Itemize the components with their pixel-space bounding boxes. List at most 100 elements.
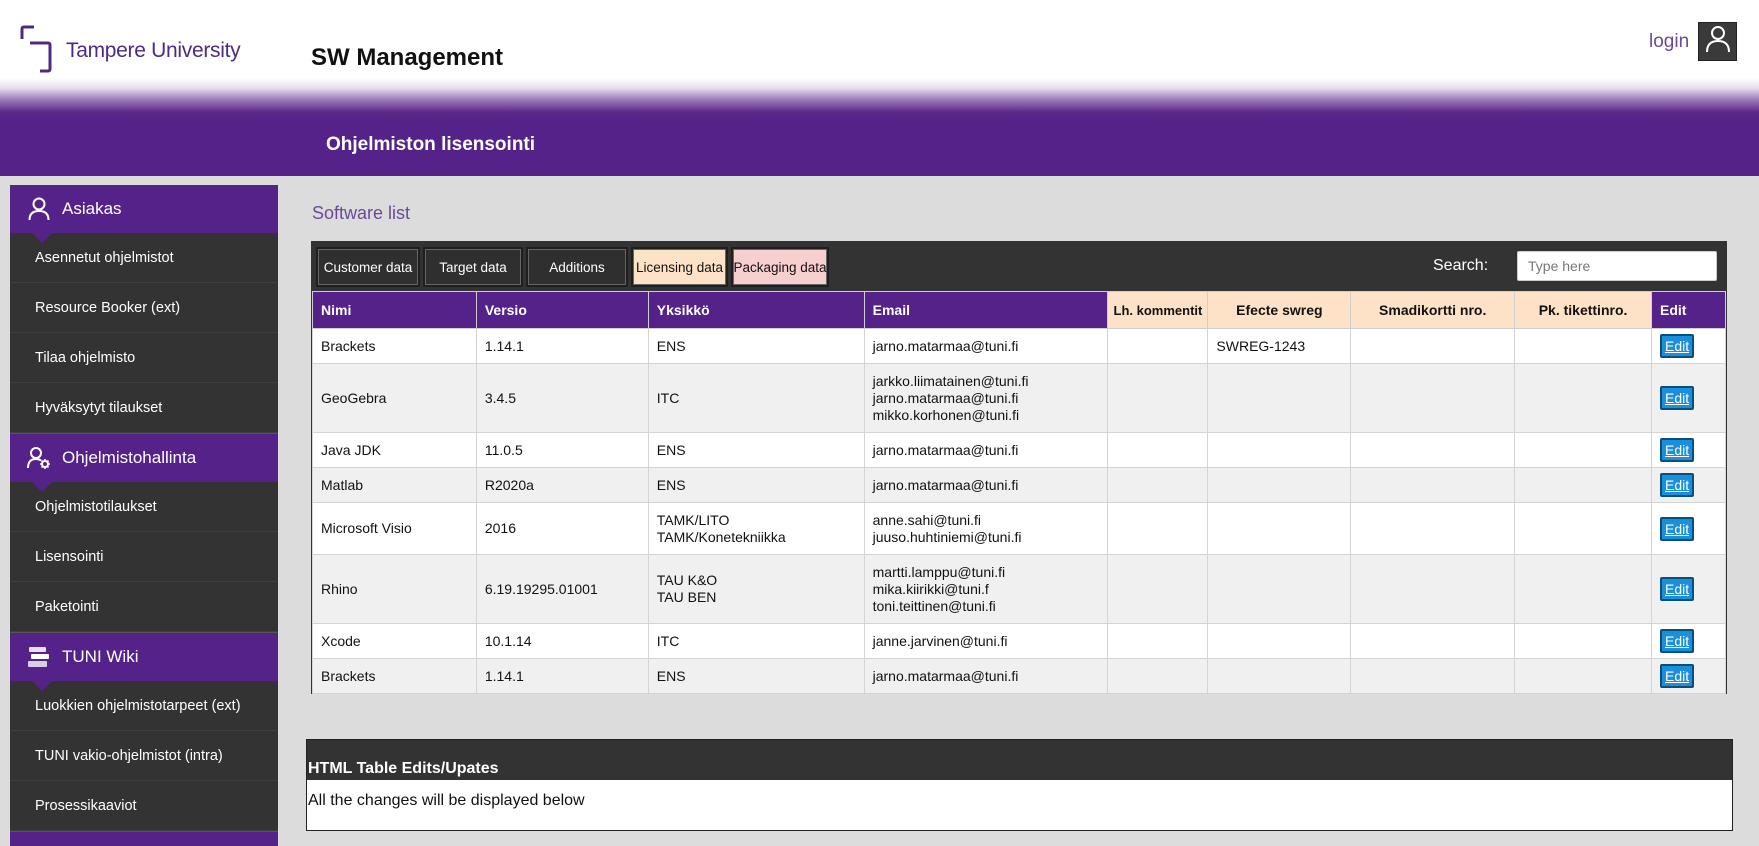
cell-lh-kommentit — [1107, 623, 1209, 659]
cell-name: Brackets — [312, 658, 477, 694]
cell-version: 2016 — [475, 502, 649, 555]
cell-pk-tikettinro — [1514, 658, 1652, 694]
cell-lh-kommentit — [1107, 363, 1209, 433]
tab-licensing-data[interactable]: Licensing data — [631, 247, 728, 287]
software-table: Nimi Versio Yksikkö Email Lh. kommentit … — [312, 291, 1727, 694]
login-link[interactable]: login — [1649, 31, 1689, 53]
cell-efecte-swreg — [1207, 502, 1352, 555]
cell-edit: Edit — [1650, 554, 1727, 624]
cell-pk-tikettinro — [1514, 554, 1652, 624]
cell-edit: Edit — [1650, 623, 1727, 659]
cell-name: Rhino — [312, 554, 477, 624]
cell-lh-kommentit — [1107, 328, 1209, 364]
cell-email: jarno.matarmaa@tuni.fi — [863, 658, 1109, 694]
table-row[interactable]: Matlab R2020a ENS jarno.matarmaa@tuni.fi Edi… — [312, 467, 1727, 503]
cell-edit: Edit — [1650, 658, 1727, 694]
cell-version: 10.1.14 — [475, 623, 649, 659]
person-icon — [26, 196, 52, 222]
table-row[interactable]: Microsoft Visio 2016 TAMK/LITO TAMK/Konetek… — [312, 502, 1727, 555]
column-header-edit: Edit — [1650, 291, 1727, 329]
table-row[interactable]: Xcode 10.1.14 ITC janne.jarvinen@tuni.fi Edi… — [312, 623, 1727, 659]
edit-button[interactable]: Edit — [1659, 516, 1695, 541]
table-row[interactable]: Java JDK 11.0.5 ENS jarno.matarmaa@tuni.fi E… — [312, 432, 1727, 468]
cell-unit-line: TAMK/Konetekniikka — [656, 528, 786, 545]
cell-version: 1.14.1 — [475, 658, 649, 694]
cell-efecte-swreg — [1207, 467, 1352, 503]
tampere-logo-icon — [20, 25, 60, 77]
column-header-pk-tikettinro[interactable]: Pk. tikettinro. — [1514, 291, 1652, 329]
column-header-nimi[interactable]: Nimi — [312, 291, 477, 329]
cell-email: janne.jarvinen@tuni.fi — [863, 623, 1109, 659]
sidebar-group-tuni-wiki[interactable]: TUNI Wiki — [10, 633, 278, 691]
cell-smadikortti — [1350, 554, 1516, 624]
column-header-efecte-swreg[interactable]: Efecte swreg — [1207, 291, 1352, 329]
cell-name: Xcode — [312, 623, 477, 659]
sidebar-group-ohjelmistohallinta[interactable]: Ohjelmistohallinta — [10, 434, 278, 492]
column-header-yksikko[interactable]: Yksikkö — [647, 291, 865, 329]
search-input[interactable] — [1517, 251, 1717, 281]
cell-pk-tikettinro — [1514, 363, 1652, 433]
cell-edit: Edit — [1650, 363, 1727, 433]
cell-email-line: martti.lamppu@tuni.fi — [872, 563, 1006, 580]
cell-version: 6.19.19295.01001 — [475, 554, 649, 624]
table-row[interactable]: Rhino 6.19.19295.01001 TAU K&O TAU BEN martt… — [312, 554, 1727, 624]
edit-button[interactable]: Edit — [1659, 664, 1695, 688]
software-list-title: Software list — [312, 203, 411, 223]
tab-bar: Customer data Target data Additions Lice… — [311, 241, 1727, 291]
section-title: Ohjelmiston lisensointi — [326, 134, 536, 155]
cell-efecte-swreg — [1207, 623, 1352, 659]
sidebar-item-lisensointi[interactable]: Lisensointi — [10, 532, 278, 582]
tampere-university-logo[interactable]: Tampere University — [20, 24, 241, 78]
tab-packaging-data[interactable]: Packaging data — [731, 247, 829, 287]
tab-customer-data[interactable]: Customer data — [316, 247, 420, 287]
edit-button[interactable]: Edit — [1659, 577, 1695, 601]
table-row[interactable]: Brackets 1.14.1 ENS jarno.matarmaa@tuni.fi S… — [312, 328, 1727, 364]
edit-button[interactable]: Edit — [1659, 629, 1695, 653]
cell-version: R2020a — [475, 467, 649, 503]
cell-email: jarno.matarmaa@tuni.fi — [863, 467, 1109, 503]
table-row[interactable]: Brackets 1.14.1 ENS jarno.matarmaa@tuni.fi E… — [312, 658, 1727, 694]
sidebar-item-paketointi[interactable]: Paketointi — [10, 582, 278, 632]
sidebar-group-title: Ohjelmistohallinta — [62, 448, 197, 467]
cell-unit-line: ENS — [656, 337, 686, 354]
cell-unit-line: TAU BEN — [656, 589, 717, 605]
sidebar-group-asiakas[interactable]: Asiakas — [10, 185, 278, 243]
sidebar-item-tuni-vakio-ohjelmistot[interactable]: TUNI vakio-ohjelmistot (intra) — [10, 731, 278, 781]
books-icon — [26, 644, 52, 670]
edit-button[interactable]: Edit — [1659, 334, 1695, 358]
tab-target-data[interactable]: Target data — [423, 247, 523, 287]
sidebar-item-resource-booker[interactable]: Resource Booker (ext) — [10, 283, 278, 333]
cell-unit-line: TAMK/LITO — [656, 511, 730, 528]
edit-button[interactable]: Edit — [1659, 386, 1695, 410]
edit-button[interactable]: Edit — [1659, 438, 1695, 462]
cell-version: 3.4.5 — [475, 363, 649, 433]
sidebar-group-title: TUNI Wiki — [62, 647, 139, 666]
cell-unit-line: ITC — [656, 632, 680, 649]
cell-unit: ENS — [647, 658, 865, 694]
cell-smadikortti — [1350, 658, 1516, 694]
cell-unit: ENS — [647, 328, 865, 364]
cell-pk-tikettinro — [1514, 623, 1652, 659]
cell-name: Microsoft Visio — [312, 502, 477, 555]
column-header-versio[interactable]: Versio — [475, 291, 649, 329]
sidebar-item-hyvaksytyt-tilaukset[interactable]: Hyväksytyt tilaukset — [10, 383, 278, 433]
sidebar-item-prosessikaaviot[interactable]: Prosessikaaviot — [10, 781, 278, 831]
cell-efecte-swreg — [1207, 432, 1352, 468]
cell-name: Java JDK — [312, 432, 477, 468]
cell-efecte-swreg — [1207, 658, 1352, 694]
cell-name: GeoGebra — [312, 363, 477, 433]
cell-edit: Edit — [1650, 328, 1727, 364]
sidebar-group-next[interactable] — [10, 832, 278, 846]
column-header-email[interactable]: Email — [863, 291, 1109, 329]
edit-button[interactable]: Edit — [1659, 473, 1695, 497]
user-account-button[interactable] — [1698, 22, 1737, 61]
tab-additions[interactable]: Additions — [526, 247, 628, 287]
cell-unit-line: ENS — [656, 441, 686, 458]
top-header: Tampere University SW Management login O… — [0, 0, 1759, 176]
table-row[interactable]: GeoGebra 3.4.5 ITC jarkko.liimatainen@tuni.… — [312, 363, 1727, 433]
sidebar-item-tilaa-ohjelmisto[interactable]: Tilaa ohjelmisto — [10, 333, 278, 383]
column-header-smadikortti[interactable]: Smadikortti nro. — [1350, 291, 1516, 329]
software-list-panel: Customer data Target data Additions Lice… — [311, 241, 1727, 694]
cell-unit-line: ENS — [656, 476, 686, 493]
column-header-lh-kommentit[interactable]: Lh. kommentit — [1107, 291, 1209, 329]
